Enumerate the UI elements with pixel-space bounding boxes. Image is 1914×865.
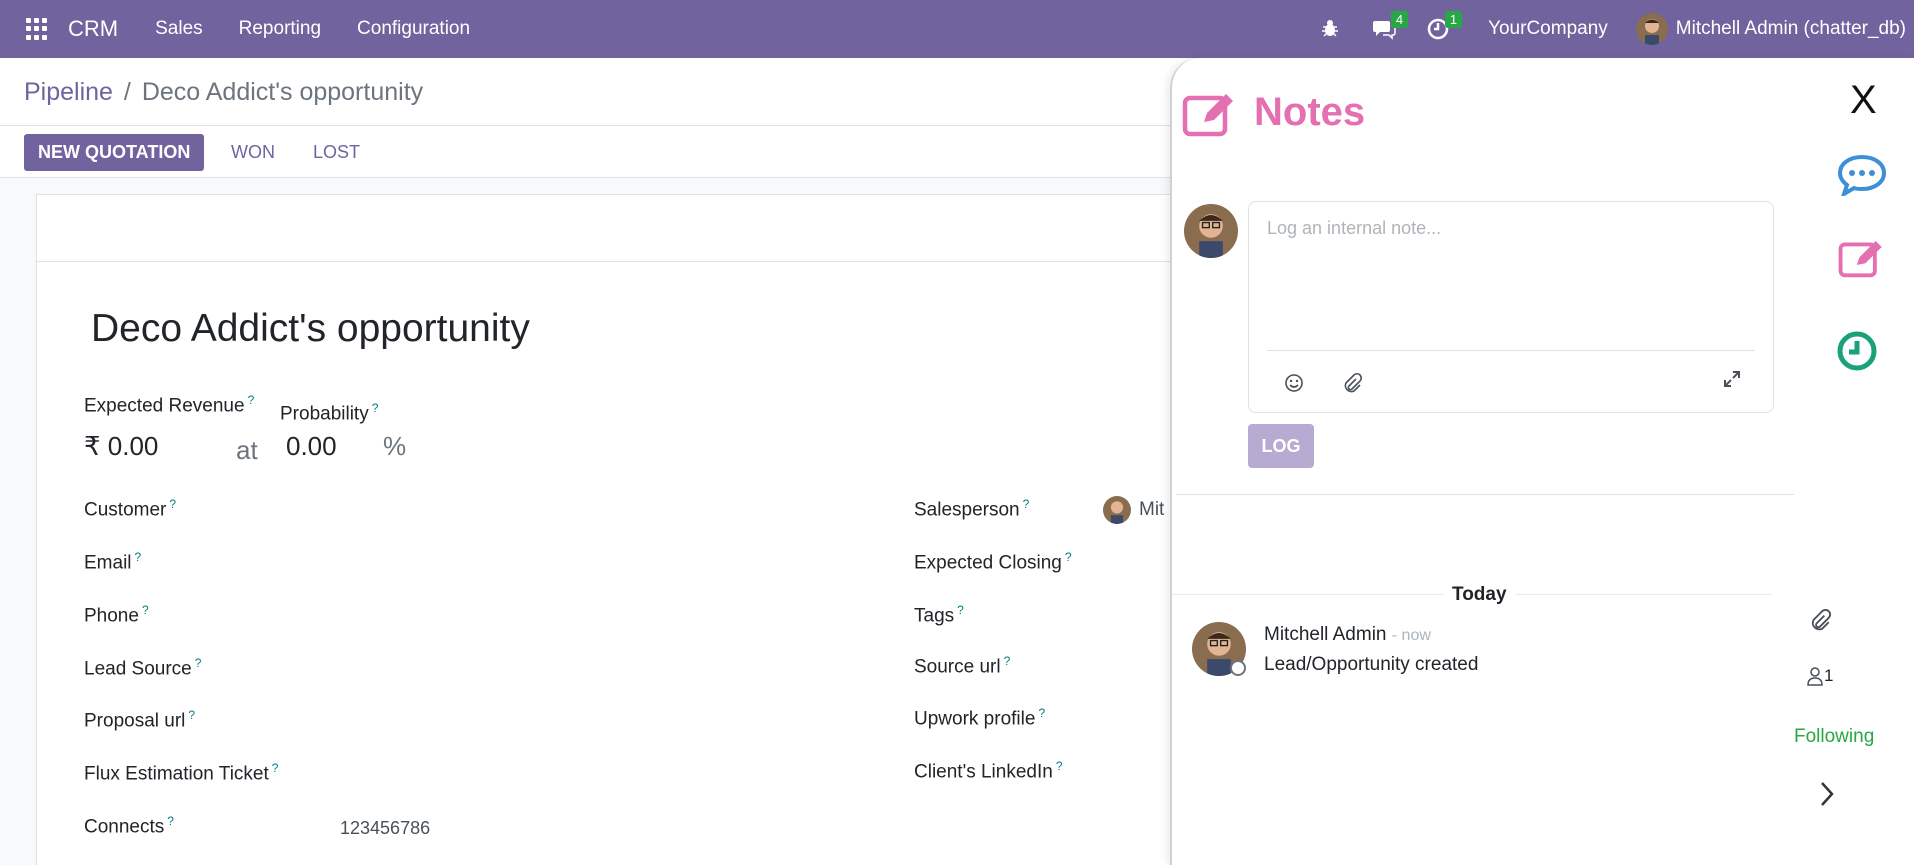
activities-clock-icon[interactable]: 1 (1424, 11, 1463, 43)
activities-count-badge: 1 (1444, 11, 1463, 28)
date-separator-today: Today (1444, 584, 1515, 606)
upwork-profile-label: Upwork profile? (914, 706, 1046, 730)
chevron-right-icon[interactable] (1818, 780, 1836, 813)
message-body: Lead/Opportunity created (1264, 654, 1479, 675)
top-navbar: CRM Sales Reporting Configuration 4 1 Yo… (0, 0, 1914, 58)
menu-configuration[interactable]: Configuration (357, 18, 470, 40)
expand-icon[interactable] (1721, 368, 1743, 395)
user-avatar (1635, 13, 1668, 45)
user-name: Mitchell Admin (chatter_db) (1675, 18, 1906, 39)
lost-button[interactable]: LOST (313, 134, 360, 171)
percent-sign: % (383, 431, 407, 461)
app-name[interactable]: CRM (68, 16, 118, 42)
breadcrumb-current: Deco Addict's opportunity (141, 78, 424, 106)
clients-linkedin-label: Client's LinkedIn? (914, 759, 1063, 783)
expected-closing-label: Expected Closing? (914, 550, 1072, 574)
connects-field[interactable]: 123456786 (340, 818, 430, 839)
attachments-icon[interactable] (1808, 608, 1832, 637)
apps-grid-icon[interactable] (26, 18, 48, 40)
notes-title: Notes (1254, 90, 1366, 134)
expected-revenue-label: Expected Revenue? (84, 393, 255, 417)
followers-button[interactable]: 1 (1806, 666, 1833, 686)
follower-user-icon (1807, 667, 1823, 686)
messages-icon[interactable]: 4 (1370, 11, 1409, 43)
note-input[interactable]: Log an internal note... (1267, 218, 1441, 239)
schedule-activity-icon[interactable] (1836, 330, 1878, 377)
probability-label: Probability? (280, 401, 379, 425)
salesperson-avatar (1103, 496, 1131, 524)
menu-sales[interactable]: Sales (155, 18, 203, 40)
messages-count-badge: 4 (1390, 11, 1409, 28)
email-label: Email? (84, 550, 142, 574)
log-button[interactable]: LOG (1248, 424, 1314, 468)
record-title[interactable]: Deco Addict's opportunity (91, 307, 530, 351)
source-url-label: Source url? (914, 654, 1011, 678)
debug-bug-icon[interactable] (1316, 15, 1344, 43)
user-menu[interactable]: Mitchell Admin (chatter_db) (1635, 13, 1906, 45)
send-message-icon[interactable] (1837, 154, 1887, 201)
composer-section-divider (1176, 494, 1794, 495)
phone-label: Phone? (84, 603, 149, 627)
new-quotation-button[interactable]: NEW QUOTATION (24, 134, 205, 171)
composer-divider (1267, 350, 1755, 351)
following-button[interactable]: Following (1794, 726, 1874, 748)
company-switcher[interactable]: YourCompany (1488, 18, 1608, 40)
tags-label: Tags? (914, 603, 964, 627)
breadcrumb: Pipeline / Deco Addict's opportunity (24, 78, 423, 107)
notes-chatter-panel: Notes X Log an internal note... LOG Toda… (1170, 58, 1914, 865)
menu-reporting[interactable]: Reporting (239, 18, 321, 40)
message-time: - now (1391, 627, 1431, 644)
presence-indicator (1230, 660, 1246, 676)
composer-avatar (1184, 204, 1238, 258)
close-panel-button[interactable]: X (1850, 78, 1877, 123)
breadcrumb-pipeline[interactable]: Pipeline (24, 78, 113, 106)
connects-label: Connects? (84, 814, 174, 838)
followers-count: 1 (1824, 666, 1834, 685)
attachment-icon[interactable] (1341, 372, 1363, 399)
customer-label: Customer? (84, 497, 177, 521)
message-author-name[interactable]: Mitchell Admin (1264, 624, 1387, 645)
flux-estimation-ticket-label: Flux Estimation Ticket? (84, 761, 279, 785)
emoji-icon[interactable] (1283, 372, 1305, 399)
note-composer[interactable]: Log an internal note... (1248, 201, 1774, 413)
log-note-icon[interactable] (1838, 238, 1886, 285)
probability-field[interactable]: 0.00 (286, 431, 337, 462)
proposal-url-label: Proposal url? (84, 708, 196, 732)
notes-edit-icon (1182, 92, 1238, 143)
expected-revenue-field[interactable]: ₹ 0.00 (84, 431, 158, 462)
lead-source-label: Lead Source? (84, 656, 202, 680)
at-label: at (236, 435, 258, 465)
salesperson-name: Mit (1139, 499, 1165, 520)
salesperson-field[interactable]: Mit (1103, 496, 1164, 524)
message-author: Mitchell Admin - now (1264, 624, 1431, 646)
breadcrumb-separator: / (123, 78, 131, 106)
won-button[interactable]: WON (231, 134, 275, 171)
salesperson-label: Salesperson? (914, 497, 1030, 521)
